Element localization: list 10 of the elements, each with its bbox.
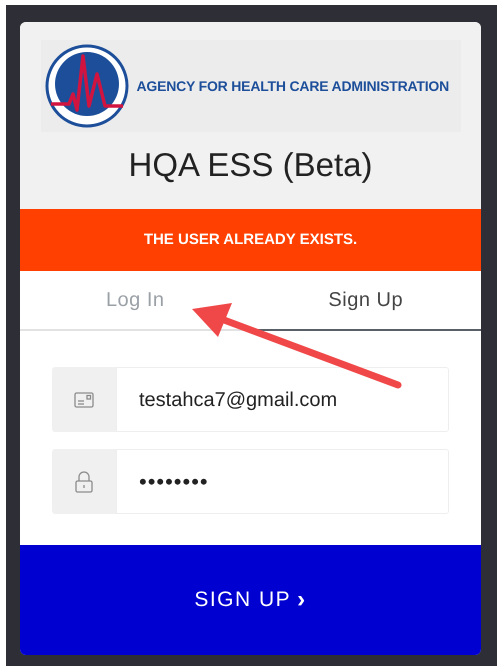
- email-field[interactable]: testahca7@gmail.com: [116, 367, 449, 432]
- logo-icon: [44, 44, 128, 128]
- card-icon: [74, 392, 94, 408]
- tab[interactable]: Sign Up: [250, 271, 481, 331]
- app-title: HQA ESS (Beta): [128, 148, 372, 181]
- password-field[interactable]: ••••••••: [116, 449, 449, 514]
- lock-icon: [75, 470, 93, 492]
- agency-name: AGENCY FOR HEALTH CARE ADMINISTRATION: [136, 76, 450, 96]
- sign-up-button[interactable]: SIGN UP ›: [20, 545, 481, 655]
- error-message: THE USER ALREADY EXISTS.: [144, 230, 358, 250]
